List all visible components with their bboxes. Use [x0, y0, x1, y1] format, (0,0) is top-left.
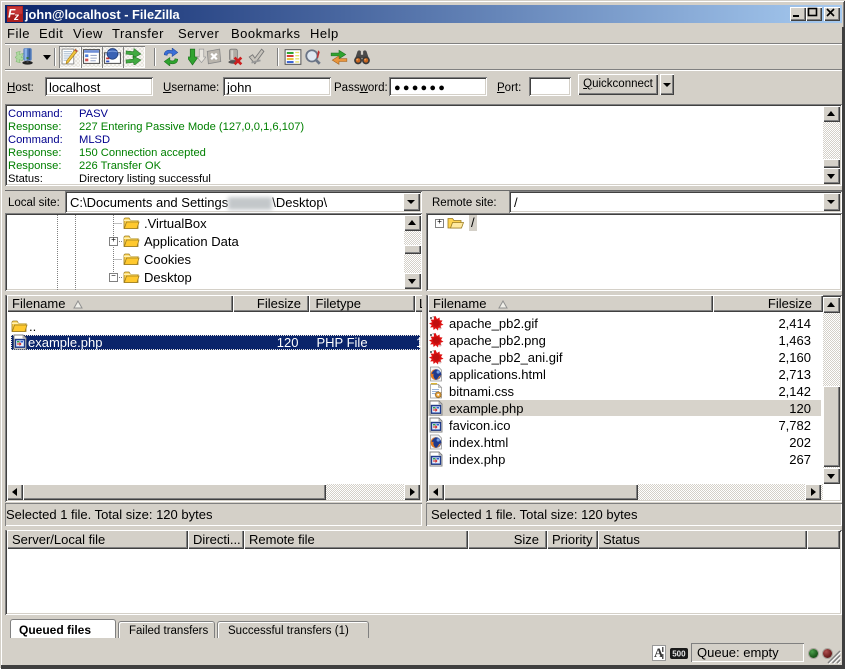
svg-text:500: 500 [672, 650, 686, 659]
svg-text:z: z [13, 12, 19, 22]
